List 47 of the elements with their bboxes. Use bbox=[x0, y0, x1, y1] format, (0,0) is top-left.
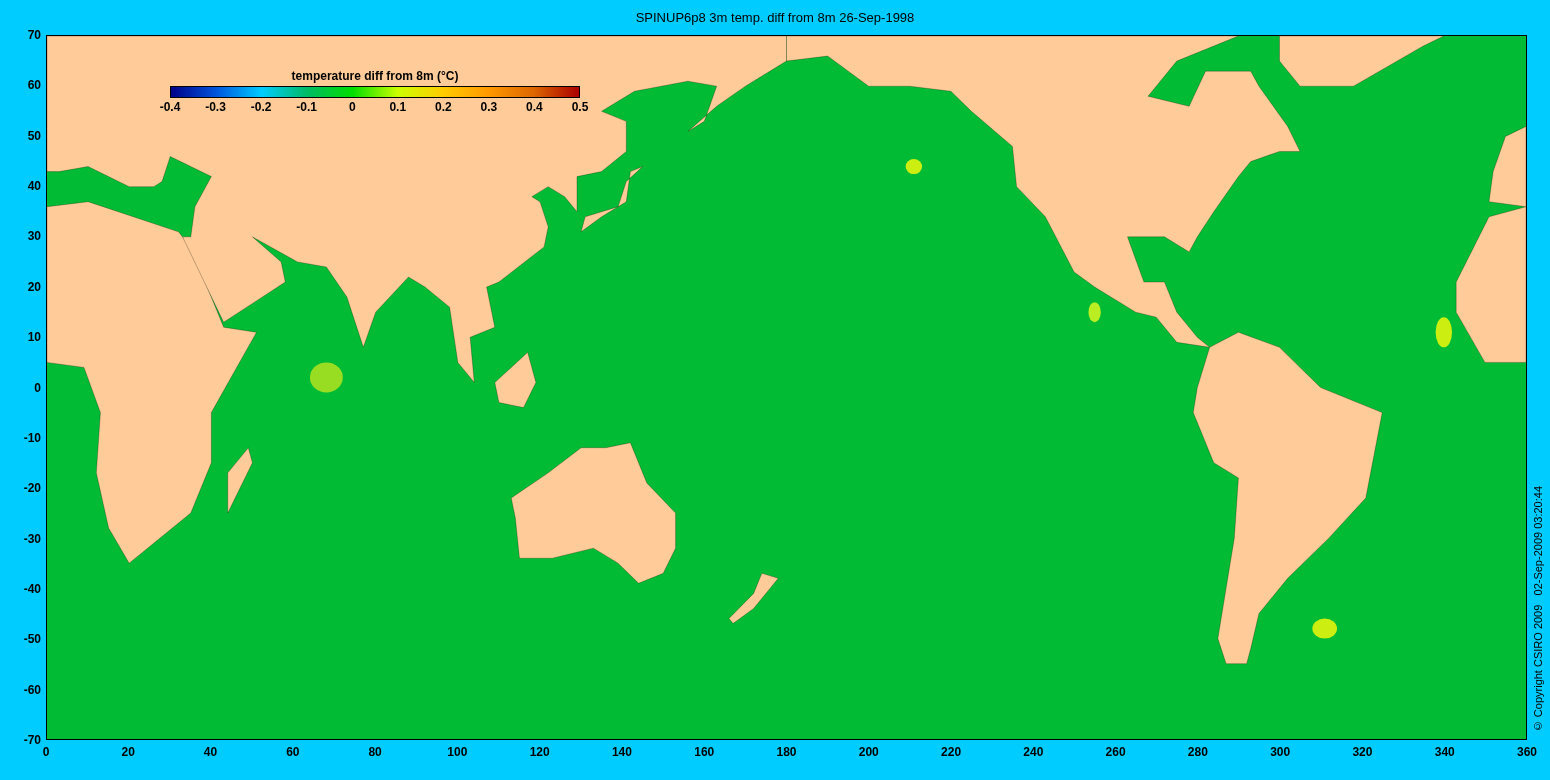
x-tick-label: 160 bbox=[694, 746, 715, 758]
colorbar-tick-label: 0.3 bbox=[480, 101, 498, 113]
x-tick-label: 0 bbox=[42, 746, 50, 758]
x-tick-label: 300 bbox=[1270, 746, 1291, 758]
colorbar-title: temperature diff from 8m (°C) bbox=[291, 70, 459, 82]
x-tick-label: 40 bbox=[203, 746, 218, 758]
colorbar-tick-label: 0.5 bbox=[571, 101, 589, 113]
y-tick-label: 30 bbox=[27, 230, 41, 243]
y-tick-label: 50 bbox=[27, 129, 41, 142]
y-tick-label: 0 bbox=[34, 381, 41, 394]
y-tick-label: -50 bbox=[23, 633, 41, 646]
colorbar-tick-label: 0.4 bbox=[526, 101, 543, 113]
x-tick-label: 360 bbox=[1517, 746, 1537, 758]
y-tick-label: 20 bbox=[27, 280, 41, 293]
colorbar-tick-label: 0.1 bbox=[389, 101, 407, 113]
x-tick-label: 280 bbox=[1187, 746, 1208, 758]
y-tick-label: 40 bbox=[27, 180, 41, 193]
colorbar-tick-label: -0.3 bbox=[205, 101, 226, 113]
x-tick-label: 340 bbox=[1434, 746, 1455, 758]
y-tick-label: -30 bbox=[23, 532, 41, 545]
colorbar-tick-label: 0.2 bbox=[435, 101, 452, 113]
colorbar-tick-label: 0 bbox=[348, 101, 356, 113]
x-tick-label: 200 bbox=[858, 746, 879, 758]
y-tick-label: -70 bbox=[23, 734, 41, 746]
y-tick-label: -60 bbox=[23, 683, 41, 696]
x-tick-label: 140 bbox=[611, 746, 632, 758]
x-tick-label: 120 bbox=[529, 746, 550, 758]
x-tick-label: 20 bbox=[121, 746, 135, 758]
x-tick-label: 260 bbox=[1105, 746, 1126, 758]
y-tick-label: -20 bbox=[23, 482, 41, 495]
y-tick-label: 70 bbox=[27, 29, 41, 41]
y-tick-label: 60 bbox=[27, 79, 41, 92]
chart-title: SPINUP6p8 3m temp. diff from 8m 26-Sep-1998 bbox=[635, 8, 915, 27]
y-tick-label: 10 bbox=[27, 331, 41, 344]
colorbar-tick-label: -0.2 bbox=[250, 101, 272, 113]
x-tick-label: 80 bbox=[368, 746, 382, 758]
colorbar-tick-label: -0.1 bbox=[296, 101, 317, 113]
copyright-text: © Copyright CSIRO 2009 02-Sep-2009 03:20:44 bbox=[1531, 485, 1546, 732]
y-tick-label: -40 bbox=[23, 582, 41, 595]
x-tick-label: 180 bbox=[776, 746, 797, 758]
x-tick-label: 60 bbox=[286, 746, 300, 758]
x-tick-label: 320 bbox=[1352, 746, 1373, 758]
colorbar-tick-label: -0.4 bbox=[159, 101, 181, 113]
x-tick-label: 220 bbox=[941, 746, 962, 758]
x-tick-label: 240 bbox=[1023, 746, 1044, 758]
x-tick-label: 100 bbox=[447, 746, 468, 758]
y-tick-label: -10 bbox=[23, 431, 41, 444]
